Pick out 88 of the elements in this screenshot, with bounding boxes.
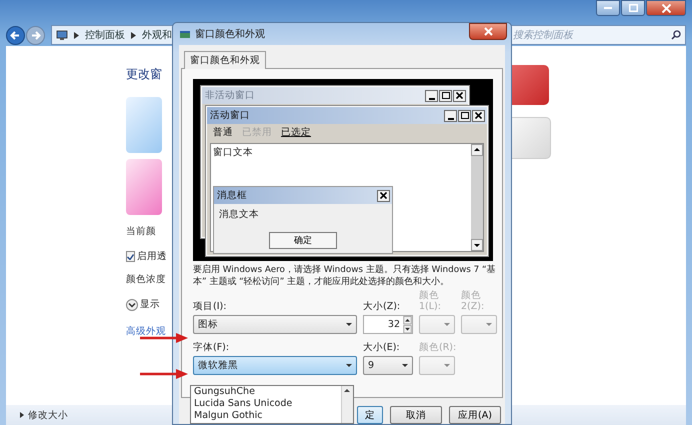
chevron-icon (74, 32, 79, 38)
advanced-link[interactable]: 高级外观 (126, 325, 166, 338)
caret-icon (402, 364, 408, 367)
monitor-icon (56, 30, 68, 40)
menu-item[interactable]: 已选定 (281, 126, 311, 139)
check-icon (127, 254, 134, 260)
breadcrumb-item[interactable]: 控制面板 (85, 28, 125, 42)
color-picker[interactable] (461, 315, 497, 334)
color-picker[interactable] (419, 356, 455, 375)
field-label: 当前颜 (126, 225, 157, 238)
minimize-icon (448, 118, 454, 120)
caret-icon (444, 364, 450, 367)
page-heading: 更改窗 (126, 66, 163, 83)
field-label: 颜色 1(L): (419, 290, 442, 314)
maximize-button[interactable] (439, 90, 452, 102)
maximize-button[interactable] (621, 0, 645, 16)
font-option[interactable]: Malgun Gothic (194, 410, 341, 422)
dialog-button[interactable]: 应用(A) (449, 406, 501, 424)
close-icon (484, 27, 492, 36)
toggle-label[interactable]: 显示 (140, 298, 160, 311)
spin-down-icon (403, 324, 412, 333)
expand-icon[interactable] (126, 298, 138, 310)
window-title: 活动窗口 (210, 109, 251, 122)
checkbox-label: 启用透 (137, 250, 167, 263)
field-label: 颜色 2(Z): (461, 290, 486, 314)
menu-item[interactable]: 普通 (213, 126, 233, 139)
font-dropdown[interactable]: 微软雅黑 (193, 356, 357, 375)
search-placeholder: 搜索控制面板 (513, 28, 573, 42)
font-option[interactable]: Lucida Sans Unicode (194, 398, 341, 410)
color-tile (126, 97, 162, 153)
minimize-button[interactable] (425, 90, 438, 102)
minimize-button[interactable] (596, 0, 620, 16)
minimize-button[interactable] (444, 110, 457, 122)
size-spinner[interactable]: 32 (363, 315, 413, 334)
field-label: 大小(Z): (363, 301, 402, 314)
close-button[interactable] (453, 90, 466, 102)
status-text: 修改大小 (28, 408, 68, 422)
dialog-button[interactable]: 定 (357, 406, 383, 424)
field-label: 颜色浓度 (126, 273, 166, 286)
dialog-button[interactable]: 取消 (390, 406, 442, 424)
checkbox[interactable] (126, 251, 135, 262)
forward-icon (26, 26, 45, 44)
caret-icon (346, 323, 352, 326)
minimize-icon (428, 98, 434, 100)
message-title: 消息框 (217, 189, 248, 202)
scroll-down-icon (471, 239, 483, 251)
item-dropdown[interactable]: 图标 (193, 315, 357, 334)
close-icon (662, 4, 670, 12)
spin-up-icon (403, 316, 412, 324)
minimize-icon (604, 7, 612, 9)
field-label: 颜色(R): (419, 342, 458, 355)
caret-icon (346, 364, 352, 367)
field-label: 大小(E): (363, 342, 401, 355)
close-button[interactable] (377, 190, 390, 202)
window-title: 非活动窗口 (205, 89, 256, 102)
dialog-title: 窗口颜色和外观 (195, 28, 265, 41)
ok-button[interactable]: 确定 (269, 232, 337, 249)
tab[interactable]: 窗口颜色和外观 (184, 51, 266, 69)
close-icon (380, 192, 387, 198)
color-tile (126, 159, 162, 215)
back-icon (6, 26, 25, 44)
window-icon (179, 28, 191, 40)
close-button[interactable] (472, 110, 485, 122)
breadcrumb-item[interactable]: 外观和 (142, 28, 172, 42)
window-text: 窗口文本 (213, 146, 253, 159)
caret-icon (486, 323, 492, 326)
field-label: 项目(I): (193, 301, 228, 314)
close-icon (475, 112, 482, 118)
maximize-icon (628, 4, 638, 12)
scroll-up-icon (471, 144, 483, 156)
maximize-icon (460, 112, 468, 118)
maximize-button[interactable] (458, 110, 471, 122)
maximize-icon (442, 92, 450, 98)
field-label: 字体(F): (193, 342, 230, 355)
scroll-up-icon (342, 386, 352, 395)
font-option[interactable]: GungsuhChe (194, 386, 341, 398)
size-dropdown[interactable]: 9 (363, 356, 413, 375)
info-text: 要启用 Windows Aero，请选择 Windows 主题。只有选择 Windows 7 “基本” 主题或 “轻松访问” 主题，才能应用此处选择的颜色和大小。 (193, 264, 497, 288)
close-button[interactable] (469, 23, 507, 40)
caret-icon (444, 323, 450, 326)
close-icon (456, 92, 463, 98)
search-icon (671, 30, 681, 40)
message-text: 消息文本 (218, 208, 260, 222)
color-picker[interactable] (419, 315, 455, 334)
chevron-icon (131, 32, 136, 38)
close-button[interactable] (646, 0, 686, 16)
pointer-arrow-icon (140, 368, 188, 380)
chevron-icon (20, 412, 24, 418)
